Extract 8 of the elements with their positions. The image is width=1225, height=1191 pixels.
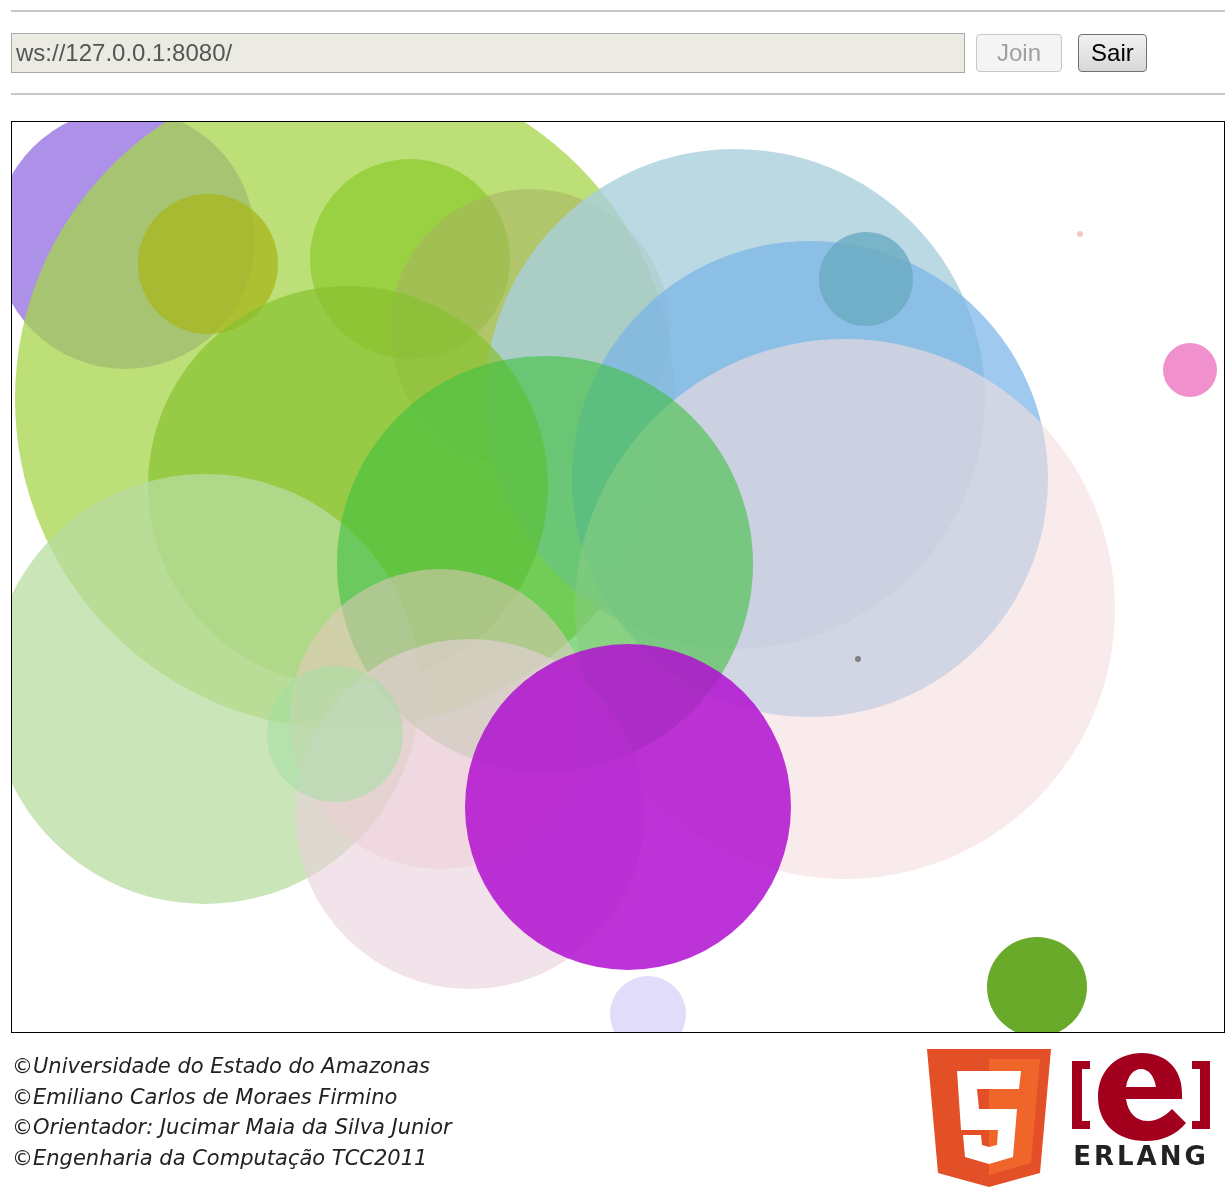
credit-line: ©Engenharia da Computação TCC2011	[12, 1144, 429, 1172]
erlang-wordmark: ERLANG	[1073, 1143, 1209, 1169]
credit-line: ©Orientador: Jucimar Maia da Silva Junior	[12, 1114, 452, 1141]
html5-logo-icon	[927, 1049, 1051, 1187]
connection-button[interactable]: Sair	[1078, 34, 1147, 72]
credit-line: ©Universidade do Estado do Amazonas	[12, 1053, 431, 1080]
credit-line: ©Emiliano Carlos de Moraes Firmino	[12, 1083, 399, 1111]
url-field[interactable]: ws://127.0.0.1:8080/	[11, 33, 965, 73]
